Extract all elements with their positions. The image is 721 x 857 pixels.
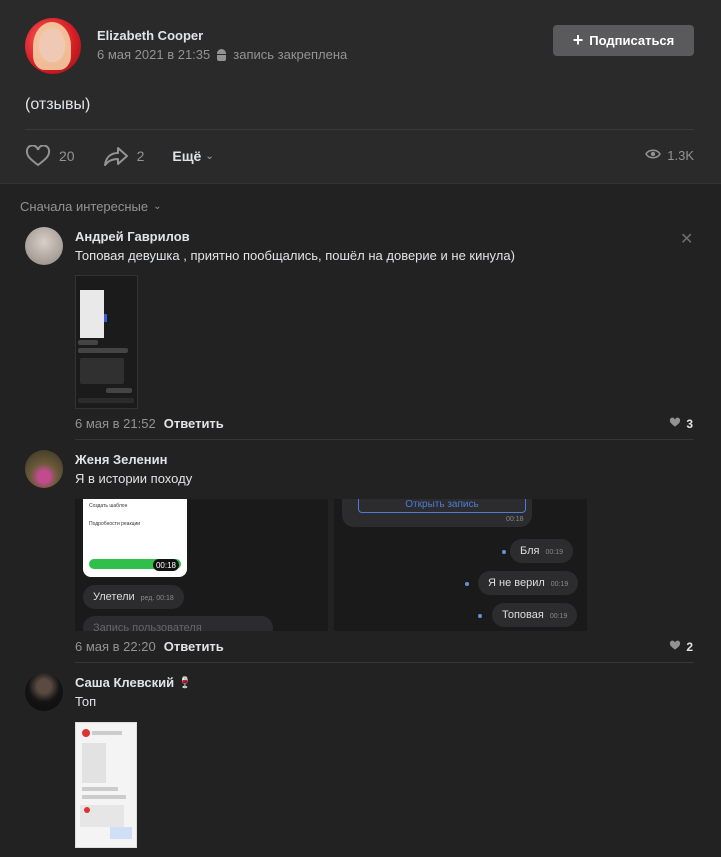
heart-icon <box>669 640 681 654</box>
comment-author[interactable]: Женя Зеленин <box>75 452 167 467</box>
comment-date[interactable]: 6 мая в 22:20 <box>75 639 156 654</box>
like-button[interactable]: 20 <box>25 145 75 167</box>
close-icon[interactable]: ✕ <box>680 229 693 249</box>
shot-text: 00:18 <box>153 559 179 571</box>
chevron-down-icon: ⌄ <box>153 201 162 212</box>
shot-text: Открыть запись <box>358 499 526 513</box>
comment-avatar[interactable] <box>25 227 63 265</box>
views: 1.3K <box>645 148 694 163</box>
subscribe-label: Подписаться <box>589 33 675 48</box>
post-meta: 6 мая 2021 в 21:35 запись закреплена <box>97 47 347 62</box>
shot-text: Создать шаблон <box>89 503 128 509</box>
pinned-label: запись закреплена <box>233 47 348 62</box>
shot-text: 00:18 <box>506 516 524 523</box>
shot-text: Я не верил <box>488 577 545 589</box>
more-button[interactable]: Ещё ⌄ <box>172 148 213 164</box>
comment-attachment-image[interactable] <box>75 275 138 409</box>
comment-avatar[interactable] <box>25 450 63 488</box>
heart-icon <box>669 417 681 431</box>
more-label: Ещё <box>172 148 202 164</box>
comment-footer: 6 мая в 22:20 Ответить <box>75 639 224 654</box>
post-date[interactable]: 6 мая 2021 в 21:35 <box>97 47 210 62</box>
shot-text: Подробности реакции <box>89 521 141 527</box>
comment-text: Топовая девушка , приятно пообщались, по… <box>75 248 515 263</box>
post-author[interactable]: Elizabeth Cooper <box>97 28 203 43</box>
shot-text: ред. 00:18 <box>140 595 174 602</box>
sort-dropdown[interactable]: Сначала интересные ⌄ <box>20 199 162 214</box>
subscribe-button[interactable]: + Подписаться <box>553 25 694 56</box>
comment-attachment-image[interactable]: Создать шаблон Подробности реакции 00:18… <box>75 499 328 631</box>
author-avatar[interactable] <box>25 18 81 74</box>
reply-button[interactable]: Ответить <box>164 416 224 431</box>
android-icon <box>216 48 227 61</box>
comment-avatar[interactable] <box>25 673 63 711</box>
comment-attachment-image[interactable]: Открыть запись 00:18 Бля 00:19 Я не верил… <box>334 499 587 631</box>
shot-text: Бля <box>520 545 540 557</box>
shot-text: 00:19 <box>550 581 569 588</box>
comment-like-count: 3 <box>686 417 693 431</box>
shot-text: Топовая <box>502 609 544 621</box>
comment-author-name: Саша Клевский <box>75 675 175 690</box>
shot-text: 00:19 <box>549 613 568 620</box>
share-icon <box>103 145 129 167</box>
comment-author[interactable]: Саша Клевский 🍷 <box>75 675 192 690</box>
shot-text: Улетели <box>93 591 135 603</box>
comment-footer: 6 мая в 21:52 Ответить <box>75 416 224 431</box>
like-count: 20 <box>59 148 75 164</box>
comment-attachment-image[interactable] <box>75 722 137 848</box>
post-text: (отзывы) <box>25 96 91 113</box>
share-button[interactable]: 2 <box>103 145 145 167</box>
views-count: 1.3K <box>667 148 694 163</box>
divider <box>25 129 694 130</box>
shot-text: 00:19 <box>545 549 564 556</box>
plus-icon: + <box>572 29 584 50</box>
comment-like[interactable]: 3 <box>669 417 693 431</box>
shot-text: Запись пользователя <box>93 622 202 631</box>
comment-like[interactable]: 2 <box>669 640 693 654</box>
divider <box>75 662 694 663</box>
chevron-down-icon: ⌄ <box>205 150 214 162</box>
divider <box>75 439 694 440</box>
wine-glass-icon: 🍷 <box>178 677 192 689</box>
comment-date[interactable]: 6 мая в 21:52 <box>75 416 156 431</box>
sort-label: Сначала интересные <box>20 199 149 214</box>
post-actions: 20 2 Ещё ⌄ <box>25 143 214 169</box>
reply-button[interactable]: Ответить <box>164 639 224 654</box>
comment-text: Я в истории походу <box>75 471 193 486</box>
comment-author[interactable]: Андрей Гаврилов <box>75 229 190 244</box>
heart-icon <box>25 145 51 167</box>
comment-like-count: 2 <box>686 640 693 654</box>
share-count: 2 <box>136 148 145 164</box>
post-card: Elizabeth Cooper 6 мая 2021 в 21:35 запи… <box>0 0 721 184</box>
eye-icon <box>645 148 662 163</box>
comment-text: Топ <box>75 694 97 709</box>
